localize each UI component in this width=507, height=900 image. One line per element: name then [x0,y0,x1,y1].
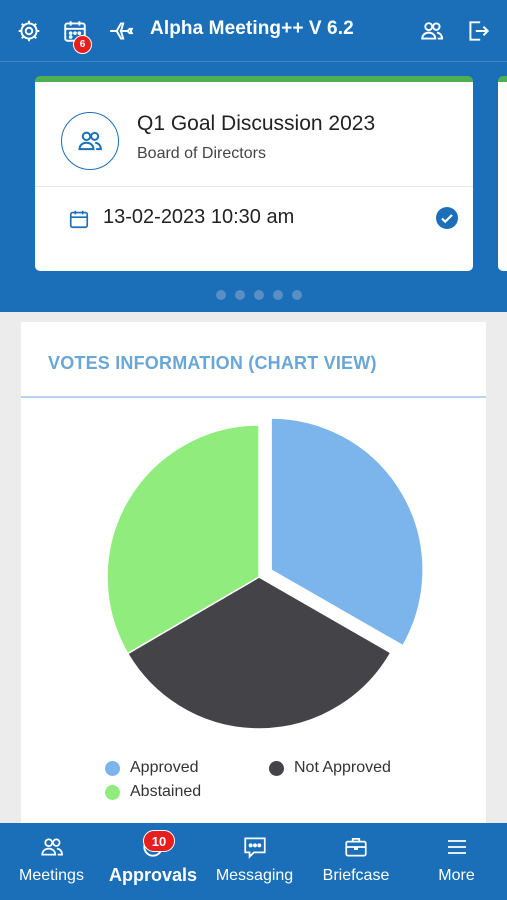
nav-briefcase[interactable]: Briefcase [306,823,406,900]
meeting-subtitle: Board of Directors [137,145,266,162]
carousel-indicator [216,290,302,300]
app-title: Alpha Meeting++ V 6.2 [150,18,354,39]
legend-item-abstained[interactable]: Abstained [105,783,201,801]
calendar-icon [69,210,89,229]
nav-label: Meetings [19,867,84,884]
carousel-dot[interactable] [273,290,283,300]
nav-meetings[interactable]: Meetings [0,823,103,900]
check-circle-icon[interactable] [435,206,459,230]
nav-more[interactable]: More [406,823,507,900]
nav-label: Approvals [108,865,198,885]
users-icon [78,131,102,151]
carousel-dot[interactable] [235,290,245,300]
card-divider [35,186,473,187]
meeting-datetime: 13-02-2023 10:30 am [103,206,295,228]
legend-dot-approved [105,760,120,776]
carousel-dot[interactable] [254,290,264,300]
legend-dot-not-approved [269,760,284,776]
legend-label: Abstained [130,783,202,800]
legend-label: Not Approved [294,759,391,776]
gear-icon[interactable] [14,16,44,46]
chat-icon [241,833,269,861]
nav-messaging[interactable]: Messaging [203,823,306,900]
votes-title: VOTES INFORMATION (CHART VIEW) [48,353,377,373]
legend-dot-abstained [105,784,120,800]
users-icon[interactable] [417,16,447,46]
carousel-dot[interactable] [216,290,226,300]
legend-item-approved[interactable]: Approved [105,759,199,777]
users-icon [37,833,67,861]
menu-icon [444,833,470,861]
votes-panel: VOTES INFORMATION (CHART VIEW) Approved … [21,322,486,842]
nav-label: Messaging [215,867,294,884]
carousel-dot[interactable] [292,290,302,300]
calendar-badge: 6 [73,35,92,54]
approvals-badge: 10 [143,830,175,852]
meeting-avatar [61,112,119,170]
next-meeting-card[interactable] [498,76,507,271]
meeting-card[interactable]: Q1 Goal Discussion 2023 Board of Directo… [35,76,473,271]
airplane-icon[interactable] [106,16,136,46]
logout-icon[interactable] [463,16,493,46]
top-app-bar: 6 Alpha Meeting++ V 6.2 [0,0,507,62]
briefcase-icon [342,833,370,861]
votes-pie-chart [106,417,424,730]
legend-label: Approved [130,759,199,776]
nav-label: More [438,867,475,884]
meeting-title: Q1 Goal Discussion 2023 [137,112,376,135]
nav-label: Briefcase [322,867,390,884]
legend-item-not-approved[interactable]: Not Approved [269,759,391,777]
votes-title-underline [21,396,486,398]
bottom-navigation: Meetings Approvals 10 Messaging Briefcas… [0,823,507,900]
